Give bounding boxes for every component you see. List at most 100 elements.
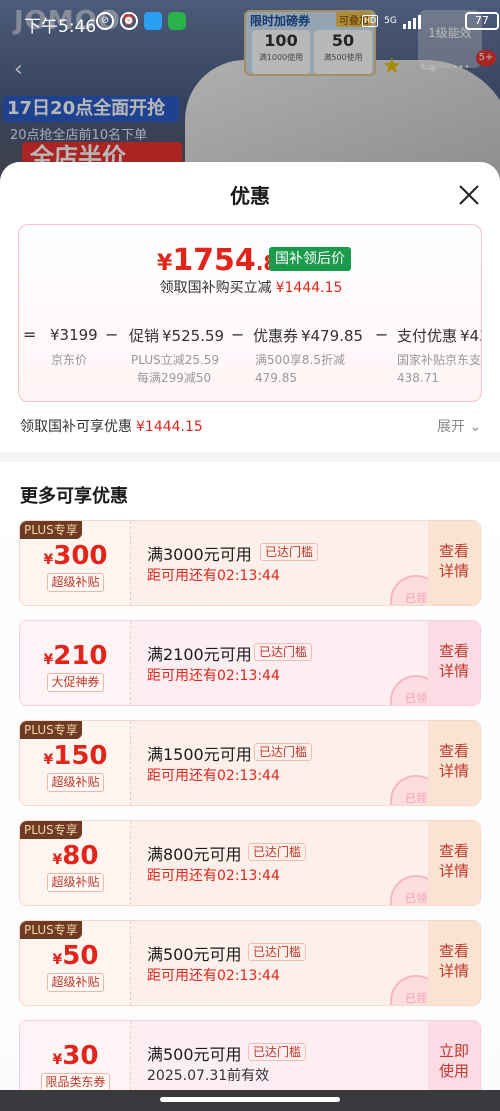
coupon-card[interactable]: PLUS专享 ¥80 超级补贴 满800元可用 已达门槛 距可用还有02:13:… <box>19 820 481 906</box>
breakdown-minus: − <box>105 325 119 344</box>
button-text-line2: 详情 <box>438 662 469 680</box>
button-text-line1: 立即 <box>438 1042 469 1060</box>
button-text-line2: 详情 <box>438 762 469 780</box>
mute-icon: ⊘ <box>96 12 114 30</box>
claim-text: 领取国补可享优惠 <box>20 419 132 435</box>
breakdown-sub: 国家补贴京东支 <box>397 353 482 367</box>
threshold-met-badge: 已达门槛 <box>248 1043 307 1061</box>
claim-subsidy-row: 领取国补可享优惠 ¥1444.15 <box>20 416 203 436</box>
more-offers-title: 更多可享优惠 <box>20 486 128 507</box>
status-time: 下午5:46 <box>24 17 97 37</box>
status-right-icons: HD 5G 77 <box>362 12 499 30</box>
coupon-card[interactable]: PLUS专享 ¥150 超级补贴 满1500元可用 已达门槛 距可用还有02:1… <box>19 720 481 806</box>
plus-exclusive-tag: PLUS专享 <box>20 721 82 739</box>
sheet-title: 优惠 <box>230 184 270 208</box>
button-text-line1: 查看 <box>438 942 469 960</box>
coupon-value: 30 <box>62 1041 99 1071</box>
coupon-type: 超级补贴 <box>20 771 131 792</box>
coupon-amount: ¥30 <box>20 1041 131 1071</box>
threshold-met-badge: 已达门槛 <box>248 843 307 861</box>
coupon-condition: 满3000元可用 <box>147 545 252 564</box>
coupon-type: 超级补贴 <box>20 871 131 892</box>
breakdown-amount: ¥479.85 <box>301 327 364 345</box>
view-details-button[interactable]: 查看 详情 <box>428 721 480 805</box>
coupon-value: 300 <box>53 541 108 571</box>
threshold-met-badge: 已达门槛 <box>260 543 319 561</box>
coupon-amount: ¥300 <box>20 541 131 571</box>
coupon-amount: ¥150 <box>20 741 131 771</box>
plus-exclusive-tag: PLUS专享 <box>20 821 82 839</box>
view-details-button[interactable]: 查看 详情 <box>428 921 480 1005</box>
price-note: 领取国补购买立减 ¥1444.15 <box>19 277 481 297</box>
coupon-card[interactable]: ¥210 大促神券 满2100元可用 已达门槛 距可用还有02:13:44 已领… <box>19 620 481 706</box>
coupon-card[interactable]: PLUS专享 ¥50 超级补贴 满500元可用 已达门槛 距可用还有02:13:… <box>19 920 481 1006</box>
button-text-line1: 查看 <box>438 642 469 660</box>
final-price-symbol: ¥ <box>157 251 173 276</box>
subsidy-badge: 国补领后价 <box>269 247 351 271</box>
coupon-value-area: PLUS专享 ¥80 超级补贴 <box>20 821 131 905</box>
breakdown-label: 优惠券 <box>253 327 299 345</box>
battery-icon: 77 <box>464 12 499 30</box>
breakdown-amount: ¥525.59 <box>162 327 225 345</box>
breakdown-item: 优惠券 ¥479.85 <box>253 325 363 346</box>
wechat-icon <box>168 12 186 30</box>
coupon-countdown: 距可用还有02:13:44 <box>147 868 280 884</box>
coupon-value-area: ¥210 大促神券 <box>20 621 131 705</box>
coupon-type: 限品类东券 <box>20 1071 131 1092</box>
breakdown-sub: PLUS立减25.59 <box>131 353 220 367</box>
coupon-type: 大促神券 <box>20 671 131 692</box>
coupon-type-label: 超级补贴 <box>47 873 104 892</box>
coupon-value-area: PLUS专享 ¥150 超级补贴 <box>20 721 131 805</box>
breakdown-item: 促销 ¥525.59 <box>129 325 224 346</box>
view-details-button[interactable]: 查看 详情 <box>428 521 480 605</box>
coupon-condition: 满1500元可用 <box>147 745 252 764</box>
chevron-down-icon: ⌄ <box>469 419 482 435</box>
more-offers-section: 更多可享优惠 PLUS专享 ¥300 超级补贴 满3000元可用 已达门槛 距可… <box>0 462 500 1111</box>
threshold-met-badge: 已达门槛 <box>254 743 313 761</box>
coupon-currency: ¥ <box>43 652 54 668</box>
coupon-value-area: PLUS专享 ¥50 超级补贴 <box>20 921 131 1005</box>
breakdown-label: 支付优惠 <box>397 327 458 345</box>
status-bar: 下午5:46 ⊘ ⏰ HD 5G 77 <box>0 0 500 44</box>
breakdown-sub: 479.85 <box>255 371 297 385</box>
close-icon[interactable] <box>456 182 482 208</box>
view-details-button[interactable]: 查看 详情 <box>428 821 480 905</box>
claim-amount: ¥1444.15 <box>136 419 203 435</box>
coupon-amount: ¥50 <box>20 941 131 971</box>
coupon-value: 80 <box>62 841 99 871</box>
breakdown-equals: = <box>23 325 37 344</box>
coupon-card[interactable]: PLUS专享 ¥300 超级补贴 满3000元可用 已达门槛 距可用还有02:1… <box>19 520 481 606</box>
coupon-type-label: 超级补贴 <box>47 573 104 592</box>
button-text-line2: 详情 <box>438 862 469 880</box>
breakdown-sub: 满500享8.5折减 <box>255 353 345 367</box>
coupon-currency: ¥ <box>52 852 63 868</box>
coupon-condition: 满800元可用 <box>147 845 242 864</box>
coupon-type-label: 超级补贴 <box>47 973 104 992</box>
coupon-type-label: 大促神券 <box>47 673 104 692</box>
threshold-met-badge: 已达门槛 <box>248 943 307 961</box>
hd-icon: HD <box>362 15 379 27</box>
coupon-condition: 满2100元可用 <box>147 645 252 664</box>
final-price-integer: 1754 <box>172 243 256 278</box>
coupon-value-area: PLUS专享 ¥300 超级补贴 <box>20 521 131 605</box>
coupon-type: 超级补贴 <box>20 571 131 592</box>
coupon-amount: ¥210 <box>20 641 131 671</box>
home-indicator[interactable] <box>160 1097 340 1102</box>
view-details-button[interactable]: 查看 详情 <box>428 621 480 705</box>
button-text-line2: 详情 <box>438 562 469 580</box>
coupon-currency: ¥ <box>52 952 63 968</box>
coupon-value: 150 <box>53 741 108 771</box>
plus-exclusive-tag: PLUS专享 <box>20 921 82 939</box>
expand-button[interactable]: 展开 ⌄ <box>437 416 481 436</box>
price-note-text: 领取国补购买立减 <box>159 280 272 296</box>
coupon-currency: ¥ <box>43 752 54 768</box>
status-notification-icons: ⊘ ⏰ <box>96 12 186 30</box>
coupon-value: 210 <box>53 641 108 671</box>
button-text-line1: 查看 <box>438 742 469 760</box>
button-text-line2: 使用 <box>438 1062 469 1080</box>
breakdown-item: ¥3199 <box>47 325 98 344</box>
network-type: 5G <box>384 15 397 26</box>
coupon-amount: ¥80 <box>20 841 131 871</box>
price-note-amount: ¥1444.15 <box>275 280 343 296</box>
coupon-expiry: 2025.07.31前有效 <box>147 1068 270 1084</box>
